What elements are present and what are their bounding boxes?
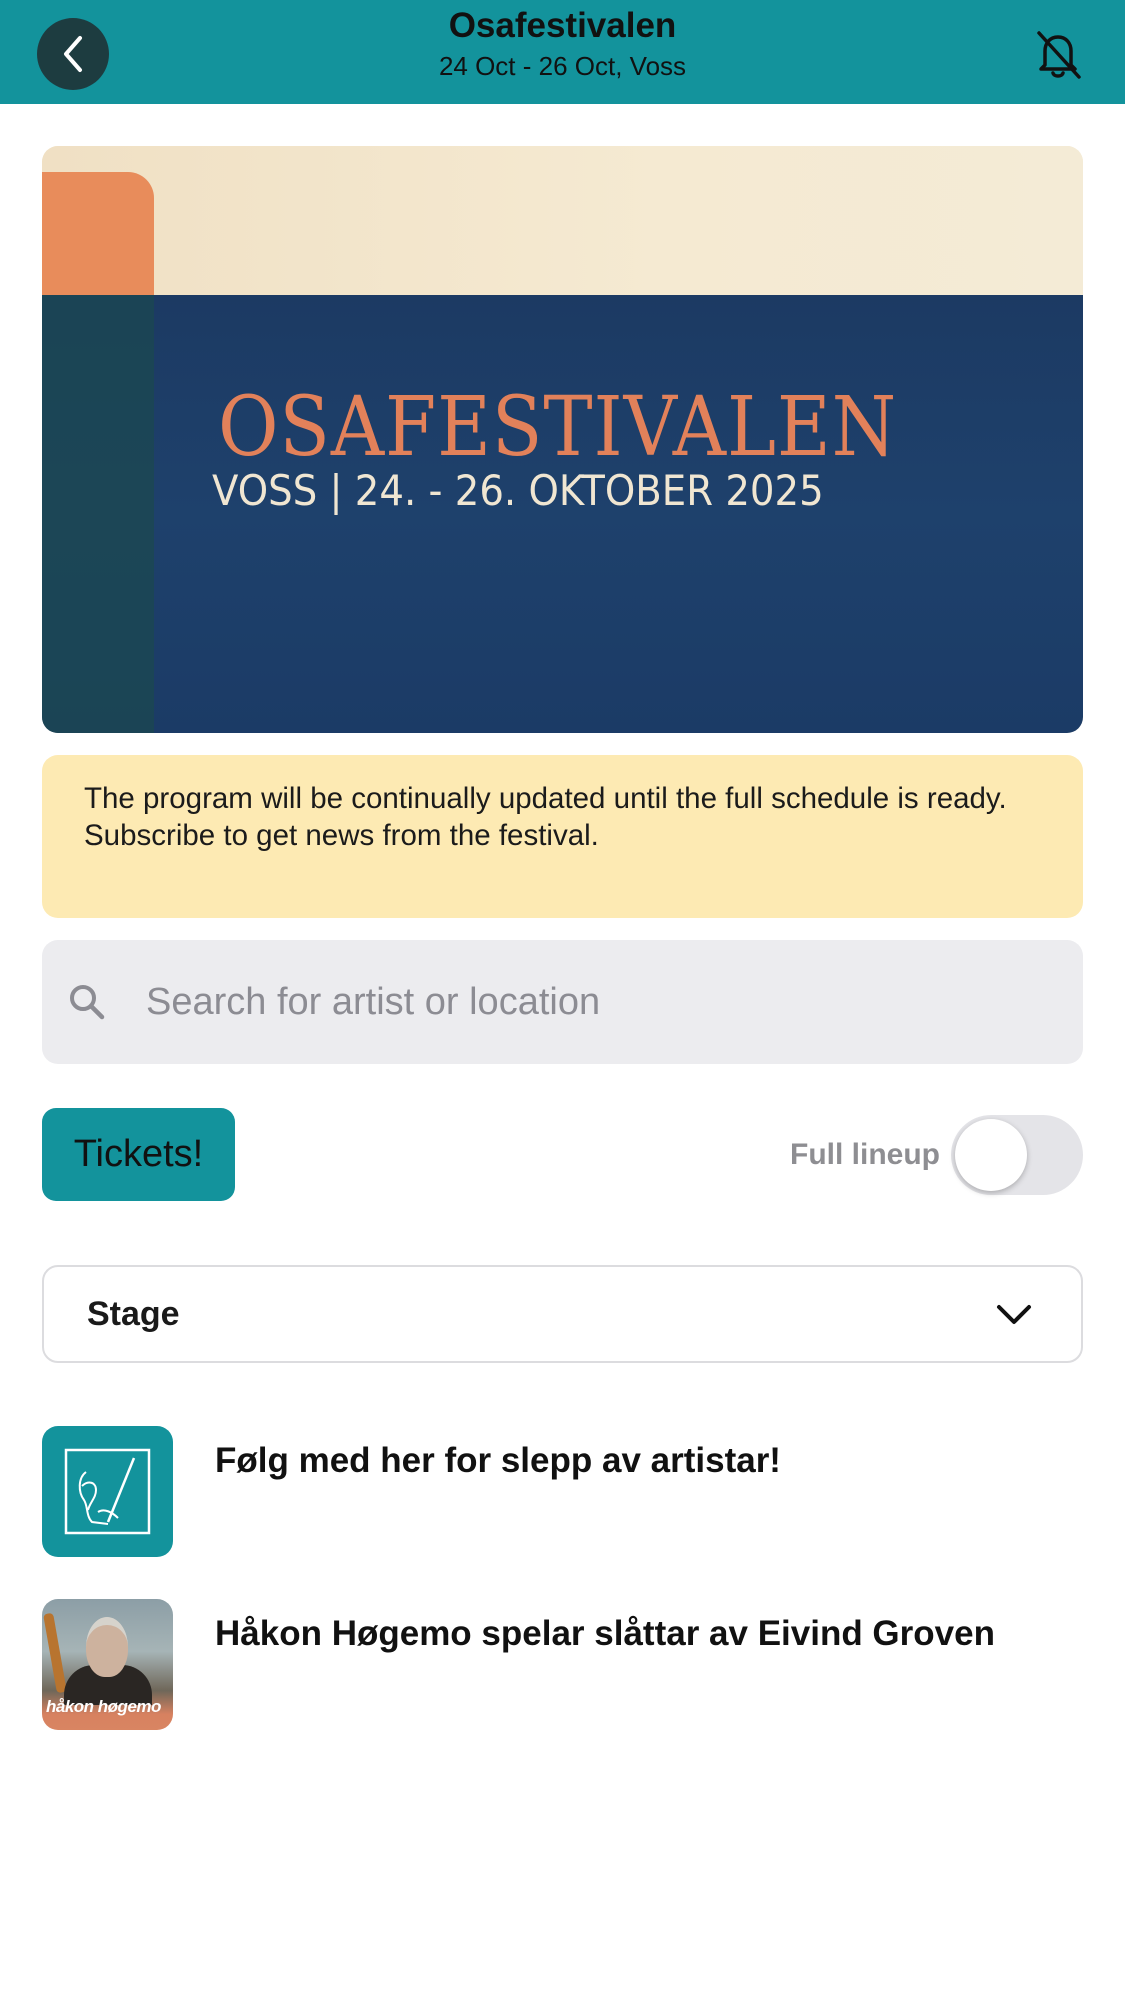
festival-poster: OSAFESTIVALEN VOSS | 24. - 26. OKTOBER 2… [42,146,1083,733]
full-lineup-toggle[interactable] [951,1115,1083,1195]
search-bar[interactable] [42,940,1083,1064]
thumbnail-caption: håkon høgemo [46,1697,161,1716]
full-lineup-label: Full lineup [790,1138,940,1171]
chevron-down-icon [997,1305,1031,1324]
stage-dropdown[interactable]: Stage [42,1265,1083,1363]
item-title: Håkon Høgemo spelar slåttar av Eivind Gr… [215,1614,995,1653]
stage-dropdown-label: Stage [87,1295,180,1333]
notifications-button[interactable] [1030,26,1086,82]
poster-festival-name: OSAFESTIVALEN [218,380,898,475]
list-item[interactable]: håkon høgemo Håkon Høgemo spelar slåttar… [42,1599,1083,1730]
bell-off-icon [1037,31,1081,79]
info-notice: The program will be continually updated … [42,755,1083,918]
notice-line-1: The program will be continually updated … [84,782,1007,815]
search-icon [70,985,105,1020]
app-header: Osafestivalen 24 Oct - 26 Oct, Voss [0,0,1125,104]
poster-dates: VOSS | 24. - 26. OKTOBER 2025 [212,466,824,515]
page-subtitle: 24 Oct - 26 Oct, Voss [438,51,687,81]
tickets-button[interactable]: Tickets! [42,1108,235,1201]
notice-line-2: Subscribe to get news from the festival. [84,819,599,852]
search-input[interactable] [146,940,1046,1064]
fiddler-logo-icon [64,1448,151,1535]
fiddle-shape [43,1612,67,1694]
toggle-knob [955,1119,1027,1191]
item-title: Følg med her for slepp av artistar! [215,1441,781,1480]
festival-logo-thumbnail [42,1426,173,1557]
poster-top-band [42,146,1083,296]
page-title: Osafestivalen [448,6,677,45]
poster-orange-block [42,172,154,312]
list-item[interactable]: Følg med her for slepp av artistar! [42,1426,1083,1557]
artist-photo-thumbnail: håkon høgemo [42,1599,173,1730]
artist-head-shape [86,1617,128,1677]
poster-side-strip [42,295,154,733]
